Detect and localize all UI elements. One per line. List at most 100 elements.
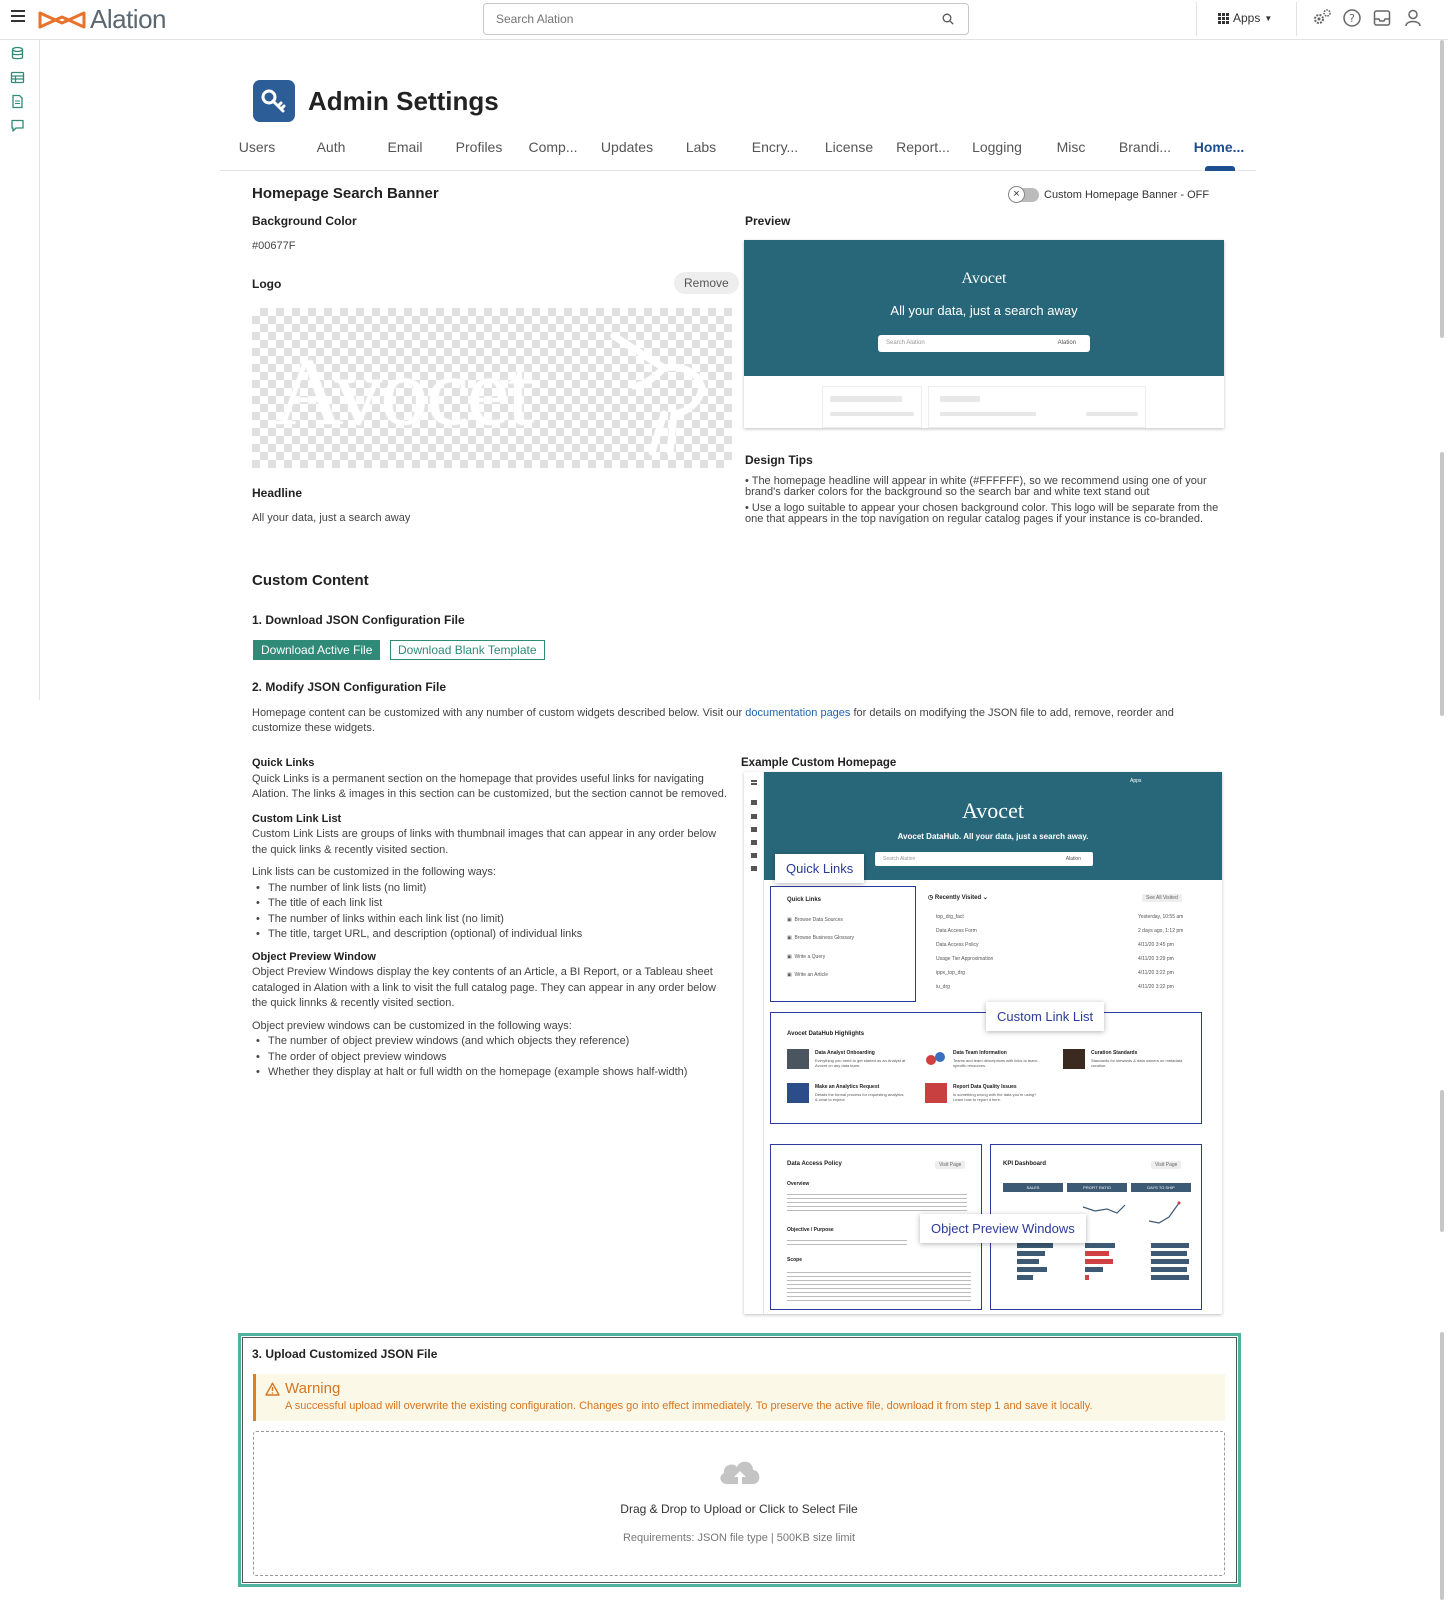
list-item: Whether they display at halt or full wid… xyxy=(252,1065,732,1081)
example-highlight-title: Data Analyst Onboarding xyxy=(815,1050,875,1056)
tab-updates[interactable]: Updates xyxy=(590,139,664,155)
toggle-off-icon: × xyxy=(1008,186,1025,203)
list-item: The order of object preview windows xyxy=(252,1050,732,1066)
scrollbar-thumb[interactable] xyxy=(1440,1332,1444,1600)
example-kpi-bar xyxy=(1017,1243,1053,1248)
example-kpi-bar xyxy=(1151,1243,1189,1248)
design-tip-text: Use a logo suitable to appear your chose… xyxy=(745,502,1219,525)
widget-descriptions: Quick Links Quick Links is a permanent s… xyxy=(252,756,732,1081)
svg-text:?: ? xyxy=(1349,12,1355,25)
tab-auth[interactable]: Auth xyxy=(294,139,368,155)
scrollbar-thumb[interactable] xyxy=(1440,1090,1444,1232)
example-recent-item: Usage Tier Approximation xyxy=(936,956,994,962)
design-tips-list: • The homepage headline will appear in w… xyxy=(745,476,1225,525)
table-icon[interactable] xyxy=(10,70,25,85)
caret-down-icon: ▼ xyxy=(1264,13,1273,23)
example-highlights-title: Avocet DataHub Highlights xyxy=(787,1031,865,1037)
alation-logo-icon xyxy=(38,11,86,28)
headline-label: Headline xyxy=(252,486,303,500)
step2-text: Homepage content can be customized with … xyxy=(252,707,746,719)
list-item: The title of each link list xyxy=(252,896,732,912)
list-item: The number of link lists (no limit) xyxy=(252,881,732,897)
logo-preview[interactable]: Avocet xyxy=(252,308,732,468)
example-homepage-image: Apps Avocet Avocet DataHub. All your dat… xyxy=(744,772,1222,1314)
tab-profiles[interactable]: Profiles xyxy=(442,139,516,155)
example-policy-title: Data Access Policy xyxy=(787,1161,842,1167)
scrollbar-thumb[interactable] xyxy=(1440,40,1444,338)
example-visit-page: Visit Page xyxy=(1151,1161,1182,1169)
document-icon[interactable] xyxy=(10,94,25,109)
example-search-bar: Search Alation Alation xyxy=(875,852,1093,866)
tab-users[interactable]: Users xyxy=(220,139,294,155)
settings-gears-icon[interactable] xyxy=(1312,8,1332,28)
example-kpi-bar xyxy=(1151,1259,1189,1264)
hamburger-menu-icon[interactable] xyxy=(11,10,25,22)
warning-message: A successful upload will overwrite the e… xyxy=(285,1400,1093,1412)
database-icon[interactable] xyxy=(10,46,25,61)
preview-card xyxy=(928,386,1146,428)
design-tip: • Use a logo suitable to appear your cho… xyxy=(745,502,1219,525)
preview-card xyxy=(822,386,922,428)
scrollbar-thumb[interactable] xyxy=(1440,452,1444,716)
example-highlight-desc: Teams and team descriptions with links t… xyxy=(953,1058,1039,1068)
apps-menu[interactable]: Apps ▼ xyxy=(1218,11,1272,25)
user-profile-icon[interactable] xyxy=(1403,8,1423,28)
example-quick-link: ▣ Write a Query xyxy=(787,954,826,960)
example-highlight-title: Data Team Information xyxy=(953,1050,1007,1056)
tab-homepage[interactable]: Home... xyxy=(1182,139,1256,155)
active-tab-indicator xyxy=(1205,166,1235,171)
tab-labs[interactable]: Labs xyxy=(664,139,738,155)
opw-description: Object Preview Windows display the key c… xyxy=(252,966,716,1009)
conversation-icon[interactable] xyxy=(10,118,25,133)
nav-divider xyxy=(1196,2,1197,36)
example-recent-item: Data Access Form xyxy=(936,928,977,934)
inbox-icon[interactable] xyxy=(1372,8,1392,28)
example-kpi-bar xyxy=(1085,1243,1115,1248)
list-item: The number of links within each link lis… xyxy=(252,912,732,928)
page-scrollbar[interactable] xyxy=(1436,40,1448,1600)
search-input[interactable] xyxy=(484,4,914,34)
design-tip-text: The homepage headline will appear in whi… xyxy=(745,475,1207,498)
tab-branding[interactable]: Brandi... xyxy=(1108,139,1182,155)
example-kpi-header: SALES xyxy=(1003,1183,1063,1192)
tab-compose[interactable]: Comp... xyxy=(516,139,590,155)
example-kpi-bar xyxy=(1085,1259,1113,1264)
example-quick-link: ▣ Browse Business Glossary xyxy=(787,935,854,941)
help-icon[interactable]: ? xyxy=(1342,8,1362,28)
background-color-value[interactable]: #00677F xyxy=(252,239,295,253)
example-recently-visited-title: ◷ Recently Visited ⌄ xyxy=(928,895,988,901)
avocet-bird-icon xyxy=(610,332,706,456)
link-list-intro: Link lists can be customized in the foll… xyxy=(252,866,496,878)
design-tip: • The homepage headline will appear in w… xyxy=(745,475,1207,498)
file-dropzone[interactable]: Drag & Drop to Upload or Click to Select… xyxy=(253,1431,1225,1576)
example-kpi-bar xyxy=(1151,1275,1189,1280)
custom-banner-toggle-label: Custom Homepage Banner - OFF xyxy=(1044,189,1210,201)
documentation-link[interactable]: documentation pages xyxy=(745,707,850,719)
opw-options: The number of object preview windows (an… xyxy=(252,1034,732,1081)
dropzone-label: Drag & Drop to Upload or Click to Select… xyxy=(620,1502,858,1516)
example-recent-time: 4/11/20 3:22 pm xyxy=(1138,984,1174,990)
download-blank-template-button[interactable]: Download Blank Template xyxy=(390,640,545,660)
step3-label: 3. Upload Customized JSON File xyxy=(252,1347,438,1361)
tab-email[interactable]: Email xyxy=(368,139,442,155)
tab-logging[interactable]: Logging xyxy=(960,139,1034,155)
tab-misc[interactable]: Misc xyxy=(1034,139,1108,155)
banner-section-title: Homepage Search Banner xyxy=(252,185,439,202)
example-headline: Avocet DataHub. All your data, just a se… xyxy=(897,832,1089,841)
preview-search-brand: Alation xyxy=(1057,340,1076,346)
custom-banner-toggle[interactable]: × xyxy=(1008,186,1039,203)
custom-content-title: Custom Content xyxy=(252,572,369,589)
tab-reports[interactable]: Report... xyxy=(886,139,960,155)
tab-encryption[interactable]: Encry... xyxy=(738,139,812,155)
alation-logo[interactable]: Alation xyxy=(38,4,167,35)
global-search[interactable] xyxy=(483,3,969,35)
headline-value[interactable]: All your data, just a search away xyxy=(252,511,410,525)
apps-grid-icon xyxy=(1218,12,1229,24)
design-tips-label: Design Tips xyxy=(745,453,813,467)
top-navigation: Alation Apps ▼ ? xyxy=(0,0,1448,40)
example-highlight-title: Curation Standards xyxy=(1091,1050,1138,1056)
download-active-file-button[interactable]: Download Active File xyxy=(253,640,381,660)
remove-logo-button[interactable]: Remove xyxy=(674,272,739,294)
search-icon[interactable] xyxy=(942,13,954,25)
tab-license[interactable]: License xyxy=(812,139,886,155)
